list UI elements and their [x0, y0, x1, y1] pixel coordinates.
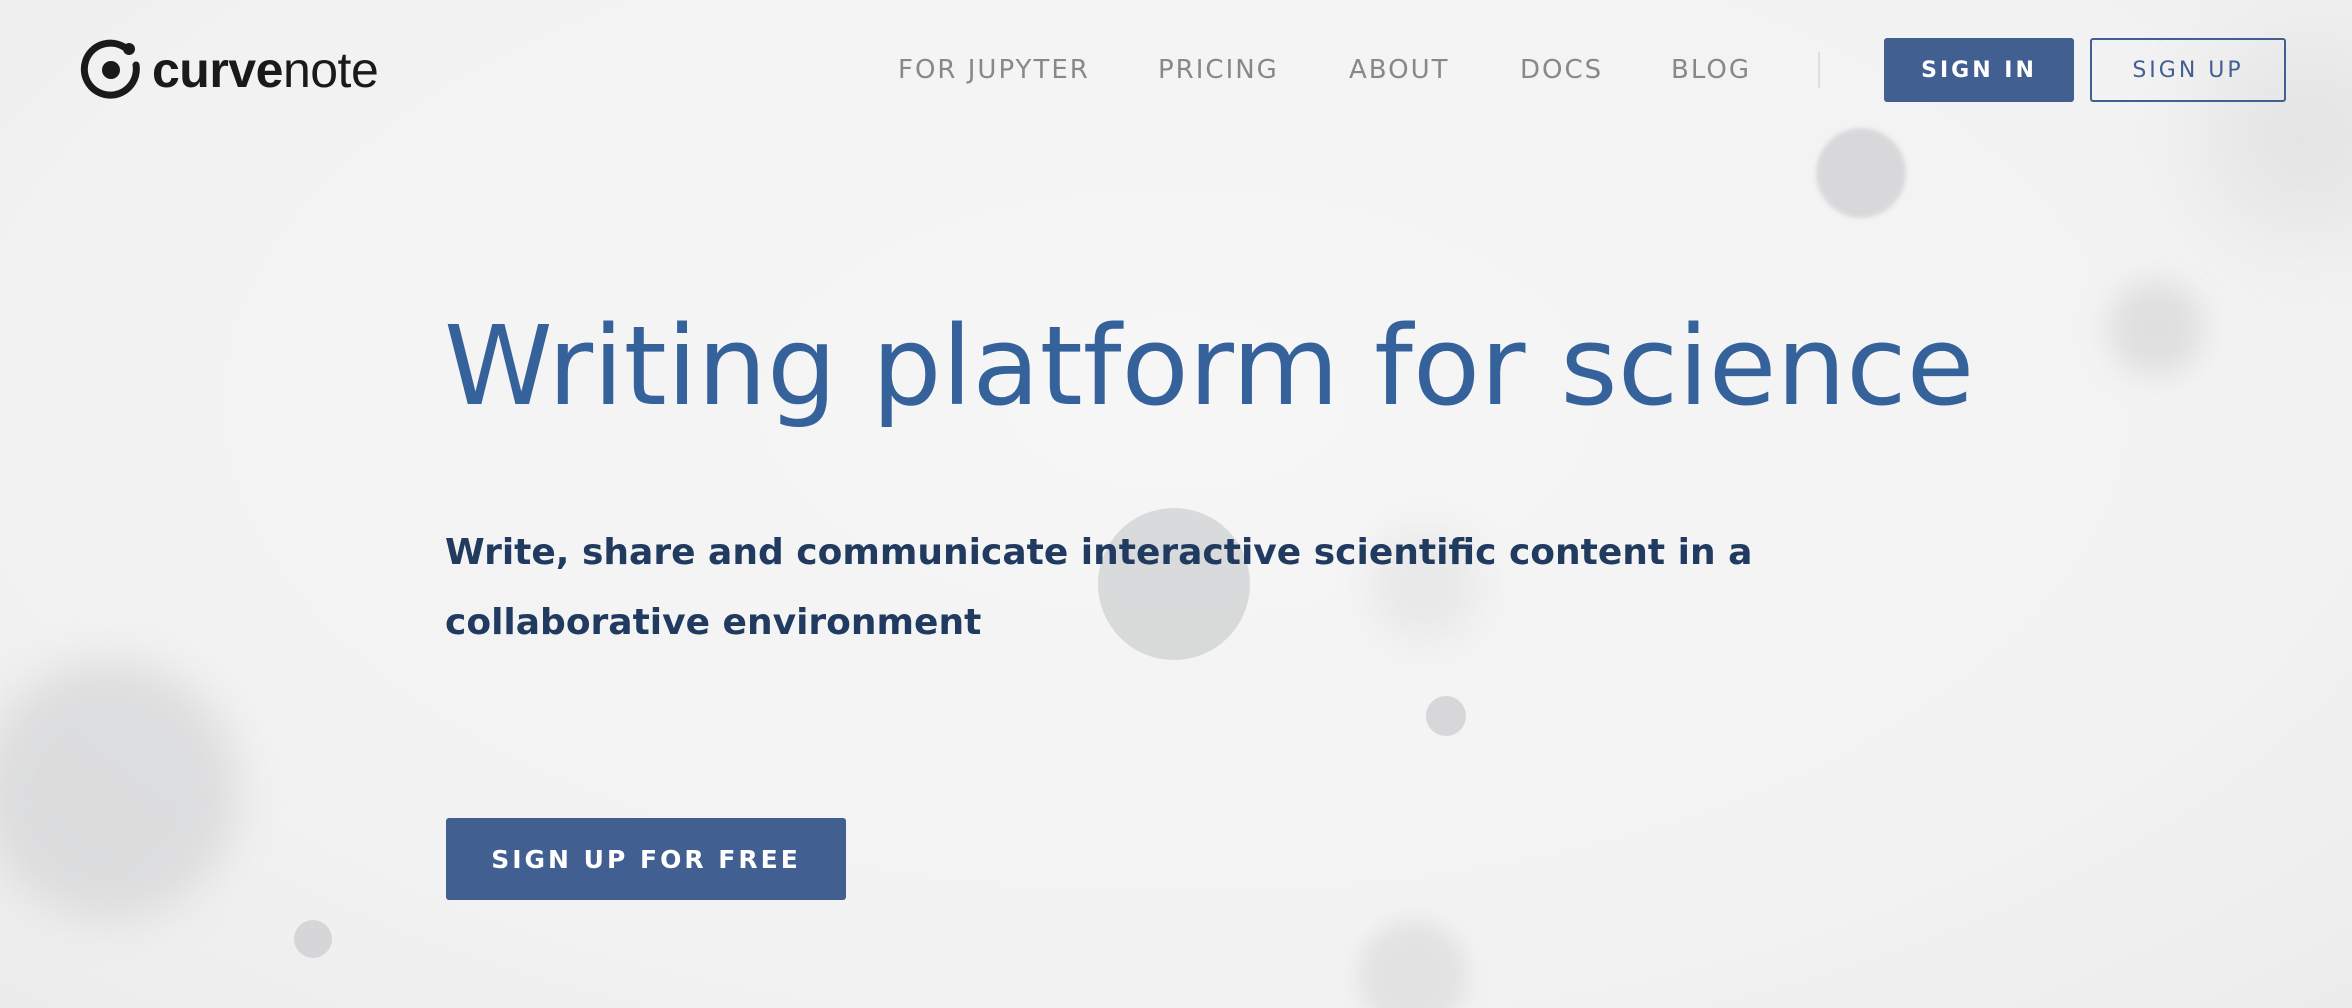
sign-up-free-button[interactable]: SIGN UP FOR FREE: [446, 818, 846, 900]
hero-subtitle: Write, share and communicate interactive…: [445, 532, 1753, 643]
logo-wordmark: curvenote: [152, 42, 379, 98]
decor-bubble: [1358, 920, 1468, 1008]
decor-bubble: [294, 920, 332, 958]
logo-text-light: note: [282, 42, 379, 98]
decor-bubble: [2108, 280, 2204, 376]
nav-blog[interactable]: BLOG: [1671, 48, 1751, 92]
decor-bubble: [1426, 696, 1466, 736]
logo-text-bold: curve: [152, 42, 283, 98]
nav-pricing[interactable]: PRICING: [1158, 48, 1279, 92]
decor-bubble: [0, 660, 240, 920]
decor-bubble: [1816, 128, 1906, 218]
sign-in-button[interactable]: SIGN IN: [1884, 38, 2074, 102]
nav-for-jupyter[interactable]: FOR JUPYTER: [898, 48, 1090, 92]
site-logo[interactable]: curvenote: [80, 38, 379, 102]
nav-about[interactable]: ABOUT: [1349, 48, 1450, 92]
nav-docs[interactable]: DOCS: [1520, 48, 1603, 92]
curvenote-logo-icon: [80, 39, 140, 99]
hero-title: Writing platform for science: [444, 302, 1975, 430]
nav-divider: [1818, 52, 1820, 88]
sign-up-button[interactable]: SIGN UP: [2090, 38, 2286, 102]
landing-page: curvenote FOR JUPYTER PRICING ABOUT DOCS…: [0, 0, 2352, 1008]
